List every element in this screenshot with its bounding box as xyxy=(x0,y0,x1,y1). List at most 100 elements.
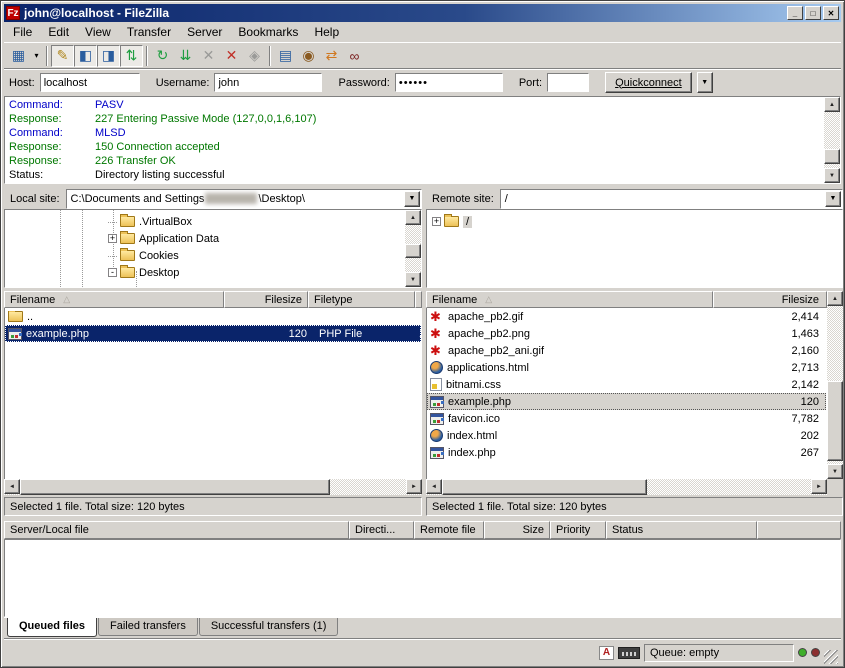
menu-item[interactable]: Bookmarks xyxy=(230,23,306,41)
tab-queued-files[interactable]: Queued files xyxy=(7,618,97,637)
tree-expander-icon[interactable]: + xyxy=(432,217,441,226)
local-tree-scrollbar-thumb[interactable] xyxy=(405,244,421,258)
site-manager-dropdown[interactable]: ▾ xyxy=(30,45,43,67)
remote-directory-tree[interactable]: + / xyxy=(426,209,843,288)
compare-directories-button[interactable]: ◉ xyxy=(297,45,320,67)
file-row-apache-pb2-gif[interactable]: apache_pb2.gif 2,414 xyxy=(427,308,826,325)
titlebar[interactable]: Fz john@localhost - FileZilla _□✕ xyxy=(4,4,841,22)
file-row-apache-pb2-ani-gif[interactable]: apache_pb2_ani.gif 2,160 xyxy=(427,342,826,359)
remote-site-dropdown[interactable]: ▼ xyxy=(825,191,841,207)
column-header-direction[interactable]: Directi... xyxy=(349,521,414,539)
local-file-list[interactable]: .. example.php 120 PHP File 1 xyxy=(4,308,422,479)
column-header-priority[interactable]: Priority xyxy=(550,521,606,539)
transfer-queue-list[interactable] xyxy=(4,539,841,617)
tab-successful-transfers[interactable]: Successful transfers (1) xyxy=(199,618,339,636)
resize-grip[interactable] xyxy=(824,650,838,664)
tree-item-desktop[interactable]: - Desktop xyxy=(5,264,421,281)
scroll-down-icon[interactable]: ▼ xyxy=(827,464,843,479)
host-input[interactable]: localhost xyxy=(40,73,140,92)
scroll-up-icon[interactable]: ▲ xyxy=(824,97,840,112)
message-log[interactable]: Command: PASV Response: 227 Entering Pas… xyxy=(4,96,841,184)
file-row-index-php[interactable]: index.php 267 xyxy=(427,444,826,461)
column-header-remote-file[interactable]: Remote file xyxy=(414,521,484,539)
menu-item[interactable]: View xyxy=(77,23,119,41)
column-header-filesize[interactable]: Filesize xyxy=(224,291,308,308)
file-row-example-php[interactable]: example.php 120 xyxy=(427,393,826,410)
ascii-transfer-type-icon[interactable]: A xyxy=(599,646,614,660)
tree-item-root[interactable]: + / xyxy=(427,213,842,230)
remote-list-hscrollbar[interactable]: ◄ ► xyxy=(426,479,827,495)
scroll-up-icon[interactable]: ▲ xyxy=(405,210,421,225)
local-hscrollbar-thumb[interactable] xyxy=(20,479,330,495)
log-scrollbar[interactable]: ▲ ▼ xyxy=(824,97,840,183)
local-list-hscrollbar[interactable]: ◄ ► xyxy=(4,479,422,495)
cancel-operation-button[interactable]: ✕ xyxy=(197,45,220,67)
close-button[interactable]: ✕ xyxy=(823,6,839,20)
log-scrollbar-thumb[interactable] xyxy=(824,149,840,164)
synchronized-browsing-button[interactable]: ⇄ xyxy=(320,45,343,67)
process-queue-button[interactable]: ⇊ xyxy=(174,45,197,67)
file-row-example-php[interactable]: example.php 120 PHP File 1 xyxy=(5,325,421,342)
refresh-button[interactable]: ↻ xyxy=(151,45,174,67)
column-header-filename[interactable]: Filename△ xyxy=(4,291,224,308)
local-tree-scrollbar[interactable]: ▲ ▼ xyxy=(405,210,421,287)
remote-list-vscrollbar[interactable]: ▲ ▼ xyxy=(827,291,843,479)
scroll-up-icon[interactable]: ▲ xyxy=(827,291,843,306)
remote-hscrollbar-thumb[interactable] xyxy=(442,479,647,495)
scroll-down-icon[interactable]: ▼ xyxy=(405,272,421,287)
column-header-status[interactable]: Status xyxy=(606,521,757,539)
quickconnect-dropdown[interactable]: ▼ xyxy=(697,72,713,93)
local-site-combo[interactable]: C:\Documents and Settings\Desktop\ ▼ xyxy=(66,189,422,209)
column-header-filetype[interactable]: Filetype xyxy=(308,291,415,308)
column-header-filename[interactable]: Filename△ xyxy=(426,291,713,308)
toggle-message-log-button[interactable]: ✎ xyxy=(51,45,74,67)
file-row-bitnami-css[interactable]: bitnami.css 2,142 xyxy=(427,376,826,393)
toggle-local-tree-button[interactable]: ◧ xyxy=(74,45,97,67)
scroll-left-icon[interactable]: ◄ xyxy=(4,479,20,494)
file-row-favicon-ico[interactable]: favicon.ico 7,782 xyxy=(427,410,826,427)
quickconnect-button[interactable]: Quickconnect xyxy=(605,72,692,93)
tree-expander-icon[interactable]: + xyxy=(108,234,117,243)
column-header-server-local-file[interactable]: Server/Local file xyxy=(4,521,349,539)
minimize-button[interactable]: _ xyxy=(787,6,803,20)
local-directory-tree[interactable]: .VirtualBox + Application Data xyxy=(4,209,422,288)
filter-button[interactable]: ▤ xyxy=(274,45,297,67)
menu-item[interactable]: Edit xyxy=(40,23,77,41)
remote-vscrollbar-thumb[interactable] xyxy=(827,381,843,461)
remote-file-list[interactable]: apache_pb2.gif 2,414 apache_pb2.png 1,46… xyxy=(426,308,827,479)
menu-item[interactable]: Help xyxy=(306,23,347,41)
tree-expander-icon[interactable] xyxy=(108,256,117,257)
scroll-down-icon[interactable]: ▼ xyxy=(824,168,840,183)
open-site-manager-button[interactable]: ▦ xyxy=(7,45,30,67)
tree-expander-icon[interactable] xyxy=(108,222,117,223)
disconnect-button[interactable]: ✕ xyxy=(220,45,243,67)
file-row-parent-dir[interactable]: .. xyxy=(5,308,421,325)
password-input[interactable]: •••••• xyxy=(395,73,503,92)
local-site-dropdown[interactable]: ▼ xyxy=(404,191,420,207)
scroll-right-icon[interactable]: ► xyxy=(811,479,827,494)
username-input[interactable]: john xyxy=(214,73,322,92)
tree-item-virtualbox[interactable]: .VirtualBox xyxy=(5,213,421,230)
menu-item[interactable]: Server xyxy=(179,23,230,41)
scroll-left-icon[interactable]: ◄ xyxy=(426,479,442,494)
tree-expander-icon[interactable]: - xyxy=(108,268,117,277)
scroll-right-icon[interactable]: ► xyxy=(406,479,422,494)
menu-item[interactable]: File xyxy=(5,23,40,41)
menu-item[interactable]: Transfer xyxy=(119,23,179,41)
speed-limit-icon[interactable] xyxy=(618,647,640,659)
file-row-apache-pb2-png[interactable]: apache_pb2.png 1,463 xyxy=(427,325,826,342)
column-header-last-modified[interactable]: L xyxy=(415,291,422,308)
remote-site-combo[interactable]: / ▼ xyxy=(500,189,843,209)
toggle-queue-button[interactable]: ⇅ xyxy=(120,45,143,67)
maximize-button[interactable]: □ xyxy=(805,6,821,20)
toggle-remote-tree-button[interactable]: ◨ xyxy=(97,45,120,67)
column-header-filesize[interactable]: Filesize xyxy=(713,291,827,308)
reconnect-button[interactable]: ◈ xyxy=(243,45,266,67)
file-row-applications-html[interactable]: applications.html 2,713 xyxy=(427,359,826,376)
tree-item-cookies[interactable]: Cookies xyxy=(5,247,421,264)
tab-failed-transfers[interactable]: Failed transfers xyxy=(98,618,198,636)
tree-item-application-data[interactable]: + Application Data xyxy=(5,230,421,247)
column-header-size[interactable]: Size xyxy=(484,521,550,539)
port-input[interactable] xyxy=(547,73,589,92)
file-row-index-html[interactable]: index.html 202 xyxy=(427,427,826,444)
